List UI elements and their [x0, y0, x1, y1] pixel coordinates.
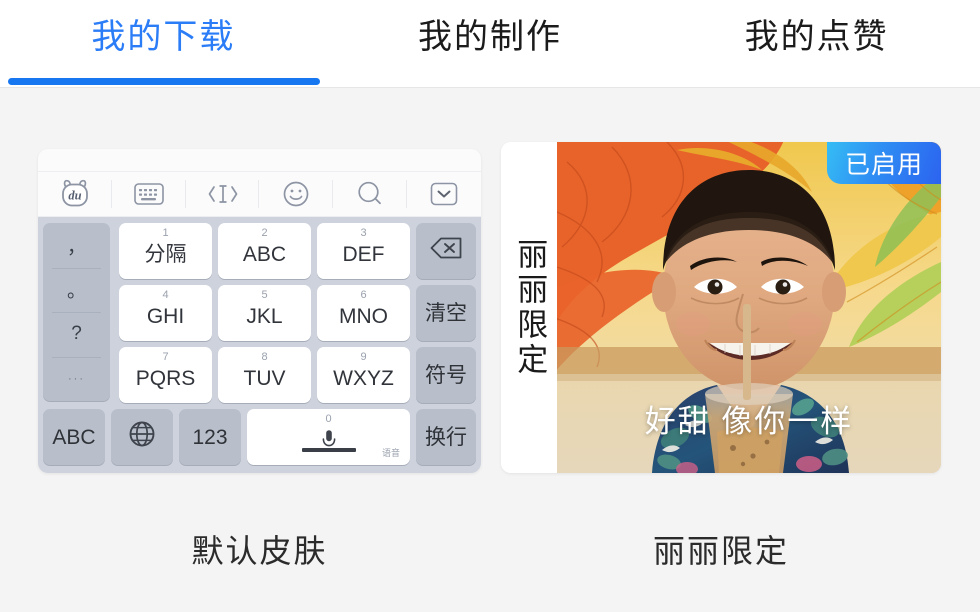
skin-card-default[interactable]: du ， 。 ? ··· 1 分隔 2 ABC 3 DEF 4 GHI 5 JK… — [38, 149, 481, 473]
key-3-number: 3 — [360, 227, 367, 239]
key-symbols[interactable]: 符号 — [416, 347, 476, 403]
baidu-bear-logo-icon[interactable]: du — [38, 171, 112, 217]
skin-vertical-title: 丽丽限定 — [501, 142, 557, 473]
key-2-label: ABC — [242, 243, 287, 266]
backspace-icon — [429, 236, 463, 266]
space-bar-line — [301, 448, 356, 452]
key-8-label: TUV — [243, 367, 286, 390]
key-6-mno[interactable]: 6 MNO — [317, 285, 410, 341]
key-3-def[interactable]: 3 DEF — [317, 223, 410, 279]
key-backspace[interactable] — [416, 223, 476, 279]
svg-text:du: du — [68, 189, 81, 203]
tab-my-downloads[interactable]: 我的下载 — [0, 0, 327, 88]
video-caption: 好甜 像你一样 — [644, 404, 854, 439]
globe-icon — [127, 419, 157, 455]
key-4-label: GHI — [146, 305, 185, 328]
key-clear-label: 清空 — [425, 301, 467, 325]
key-9-label: WXYZ — [333, 367, 394, 390]
key-number-mode-label: 123 — [192, 425, 228, 449]
key-enter-label: 换行 — [425, 425, 467, 449]
key-7-label: PQRS — [135, 367, 196, 390]
key-language-switch[interactable] — [111, 409, 173, 465]
keyboard-keypad: ， 。 ? ··· 1 分隔 2 ABC 3 DEF 4 GHI 5 JKL 6… — [38, 217, 481, 473]
key-5-number: 5 — [261, 289, 268, 301]
key-space[interactable]: 0 语音 — [247, 409, 410, 465]
key-1-label: 分隔 — [144, 243, 187, 266]
skin-caption-default: 默认皮肤 — [191, 533, 328, 569]
key-8-number: 8 — [261, 351, 268, 363]
key-1-number: 1 — [162, 227, 169, 239]
tab-bar: 我的下载 我的制作 我的点赞 — [0, 0, 980, 88]
key-period[interactable]: 。 — [43, 267, 110, 313]
key-7-pqrs[interactable]: 7 PQRS — [119, 347, 212, 403]
keyboard-toolbar: du — [38, 171, 481, 217]
chevron-down-icon[interactable] — [407, 171, 481, 217]
key-comma[interactable]: ， — [43, 223, 110, 268]
key-2-number: 2 — [261, 227, 268, 239]
emoji-smiley-icon[interactable] — [259, 171, 334, 217]
status-badge-enabled[interactable]: 已启用 — [826, 142, 941, 184]
key-4-ghi[interactable]: 4 GHI — [119, 285, 212, 341]
key-6-label: MNO — [339, 305, 388, 328]
tab-my-creations[interactable]: 我的制作 — [327, 0, 654, 88]
key-space-number: 0 — [325, 413, 332, 425]
key-6-number: 6 — [360, 289, 367, 301]
tab-my-likes-label: 我的点赞 — [744, 18, 889, 56]
punctuation-column-key[interactable]: ， 。 ? ··· — [43, 223, 110, 401]
key-5-jkl[interactable]: 5 JKL — [218, 285, 311, 341]
search-icon[interactable] — [333, 171, 407, 217]
key-enter[interactable]: 换行 — [416, 409, 476, 465]
key-4-number: 4 — [162, 289, 169, 301]
key-2-abc[interactable]: 2 ABC — [218, 223, 311, 279]
key-5-label: JKL — [246, 305, 283, 328]
key-symbols-label: 符号 — [425, 363, 467, 387]
skin-caption-lili: 丽丽限定 — [652, 533, 789, 569]
keyboard-icon[interactable] — [112, 171, 186, 217]
key-space-voice-label: 语音 — [381, 448, 400, 458]
key-9-wxyz[interactable]: 9 WXYZ — [317, 347, 410, 403]
key-more-punctuation[interactable]: ··· — [43, 356, 110, 402]
key-1-fenge[interactable]: 1 分隔 — [119, 223, 212, 279]
active-tab-indicator — [8, 78, 320, 85]
tab-my-downloads-label: 我的下载 — [91, 18, 236, 56]
key-number-mode[interactable]: 123 — [179, 409, 241, 465]
skin-preview-video[interactable]: 好甜 像你一样 — [557, 142, 941, 473]
key-8-tuv[interactable]: 8 TUV — [218, 347, 311, 403]
tab-my-creations-label: 我的制作 — [418, 18, 562, 56]
skin-card-lili[interactable]: 丽丽限定 好甜 像你一样 已启用 — [501, 142, 941, 473]
key-7-number: 7 — [162, 351, 169, 363]
key-9-number: 9 — [360, 351, 367, 363]
skin-list-content: du ， 。 ? ··· 1 分隔 2 ABC 3 DEF 4 GHI 5 JK… — [0, 88, 980, 612]
cursor-move-icon[interactable] — [186, 171, 260, 217]
key-question-mark[interactable]: ? — [43, 312, 110, 357]
key-abc-mode-label: ABC — [52, 425, 96, 449]
tab-my-likes[interactable]: 我的点赞 — [653, 0, 980, 88]
skin-vertical-title-text: 丽丽限定 — [512, 237, 548, 378]
key-clear[interactable]: 清空 — [416, 285, 476, 341]
key-abc-mode[interactable]: ABC — [43, 409, 105, 465]
key-3-label: DEF — [342, 243, 385, 266]
